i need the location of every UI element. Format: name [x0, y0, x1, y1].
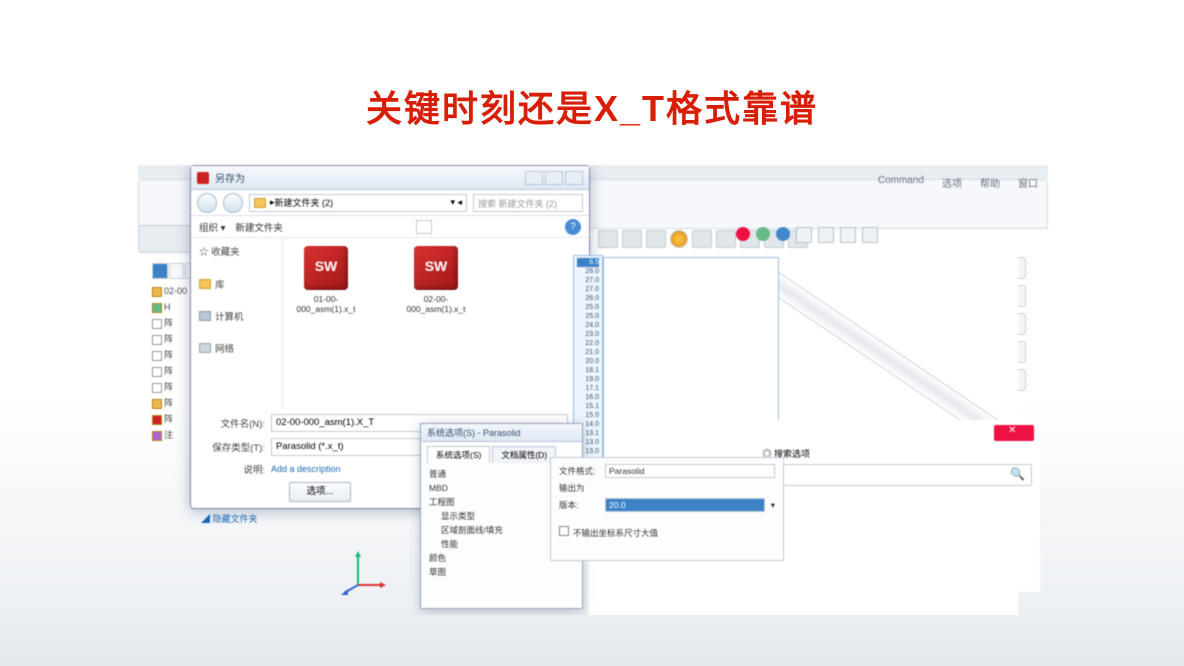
- sw-file-icon: [414, 246, 458, 290]
- checkbox-icon[interactable]: [152, 335, 162, 345]
- filetype-label: 保存类型(T):: [201, 440, 271, 454]
- assembly-icon: [152, 287, 162, 297]
- view-mode-button[interactable]: [416, 220, 432, 234]
- checkbox-icon[interactable]: [152, 367, 162, 377]
- toolbar-btn[interactable]: [622, 230, 642, 248]
- view-btn[interactable]: [796, 227, 812, 243]
- format-select[interactable]: Parasolid: [605, 464, 775, 478]
- dialog-toolbar: 组织 ▾ 新建文件夹 ?: [191, 216, 589, 238]
- file-item[interactable]: 01-00-000_asm(1).x_t: [291, 246, 361, 314]
- sidebar[interactable]: ☆ 收藏夹 库 计算机 网络: [191, 238, 283, 408]
- feat-icon: [152, 399, 162, 409]
- forward-button[interactable]: [223, 193, 243, 213]
- toolbar-orb[interactable]: [670, 230, 688, 248]
- export-options-panel: 文件格式:Parasolid 输出为 版本:20.0▾ 不输出坐标系尺寸大值: [550, 457, 784, 561]
- feat-icon: [152, 431, 162, 441]
- description-label: 说明:: [201, 462, 271, 476]
- organize-menu[interactable]: 组织 ▾: [199, 220, 225, 234]
- toolbar-btn[interactable]: [598, 230, 618, 248]
- options-title: 系统选项(S) - Parasolid: [421, 424, 582, 442]
- view-btn[interactable]: [818, 227, 834, 243]
- view-btn[interactable]: [840, 227, 856, 243]
- state-dot: [776, 227, 790, 241]
- tree-root[interactable]: 02-00: [164, 286, 187, 296]
- page-headline: 关键时刻还是X_T格式靠谱: [0, 80, 1184, 132]
- tree-tab[interactable]: [152, 263, 168, 279]
- file-list[interactable]: 01-00-000_asm(1).x_t 02-00-000_asm(1).x_…: [283, 238, 589, 408]
- feat-icon: [152, 415, 162, 425]
- computer-icon: [199, 311, 211, 321]
- view-btn[interactable]: [862, 227, 878, 243]
- close-button[interactable]: [994, 425, 1034, 441]
- dialog-title: 另存为: [215, 170, 245, 185]
- sidebar-libraries[interactable]: 库: [199, 274, 274, 294]
- folder-icon: [254, 198, 266, 208]
- add-description-link[interactable]: Add a description: [271, 464, 341, 474]
- toolbar-btn[interactable]: [716, 230, 736, 248]
- sw-file-icon: [304, 246, 348, 290]
- sidebar-computer[interactable]: 计算机: [199, 306, 274, 326]
- maximize-button[interactable]: [545, 171, 563, 185]
- network-icon: [199, 343, 211, 353]
- back-button[interactable]: [197, 193, 217, 213]
- sidebar-network[interactable]: 网络: [199, 338, 274, 358]
- version-label: 版本:: [559, 499, 599, 511]
- new-folder-button[interactable]: 新建文件夹: [235, 220, 283, 234]
- checkbox[interactable]: [559, 526, 569, 536]
- favorites-header[interactable]: ☆ 收藏夹: [199, 244, 274, 258]
- checkbox-icon[interactable]: [152, 383, 162, 393]
- library-icon: [199, 279, 211, 289]
- part-icon: [152, 303, 162, 313]
- tab-system[interactable]: 系统选项(S): [427, 446, 490, 463]
- search-input[interactable]: 搜索 新建文件夹 (2): [473, 194, 583, 212]
- state-dot: [756, 227, 770, 241]
- toolbar-btn[interactable]: [646, 230, 666, 248]
- minimize-button[interactable]: [525, 171, 543, 185]
- dialog-nav: ▸ 新建文件夹 (2)▾ ◂ 搜索 新建文件夹 (2): [191, 190, 589, 216]
- filename-label: 文件名(N):: [201, 416, 271, 430]
- checkbox-icon[interactable]: [152, 319, 162, 329]
- state-dot: [736, 227, 750, 241]
- version-select[interactable]: 20.0: [605, 498, 765, 512]
- app-icon: [197, 172, 209, 184]
- output-section: 输出为: [559, 482, 775, 494]
- dialog-titlebar[interactable]: 另存为: [191, 166, 589, 190]
- tab-document[interactable]: 文档属性(D): [492, 446, 556, 463]
- file-item[interactable]: 02-00-000_asm(1).x_t: [401, 246, 471, 314]
- opt-item[interactable]: 草图: [429, 565, 574, 579]
- help-icon[interactable]: ?: [565, 219, 581, 235]
- ribbon-right-labels: Command选项帮助窗口: [878, 175, 1038, 190]
- options-button[interactable]: 选项...: [289, 482, 351, 502]
- format-label: 文件格式:: [559, 465, 599, 477]
- checkbox-label: 不输出坐标系尺寸大值: [573, 528, 658, 538]
- address-bar[interactable]: ▸ 新建文件夹 (2)▾ ◂: [249, 194, 467, 212]
- screenshot-scene: Command选项帮助窗口 02-00 H 阵 阵 阵 阵 阵 阵 阵 注: [138, 165, 1048, 615]
- axis-triad-icon: [338, 545, 388, 595]
- close-button[interactable]: [565, 171, 583, 185]
- checkbox-icon[interactable]: [152, 351, 162, 361]
- tree-tab[interactable]: [169, 263, 185, 279]
- toolbar-btn[interactable]: [692, 230, 712, 248]
- view-buttons[interactable]: [736, 227, 878, 243]
